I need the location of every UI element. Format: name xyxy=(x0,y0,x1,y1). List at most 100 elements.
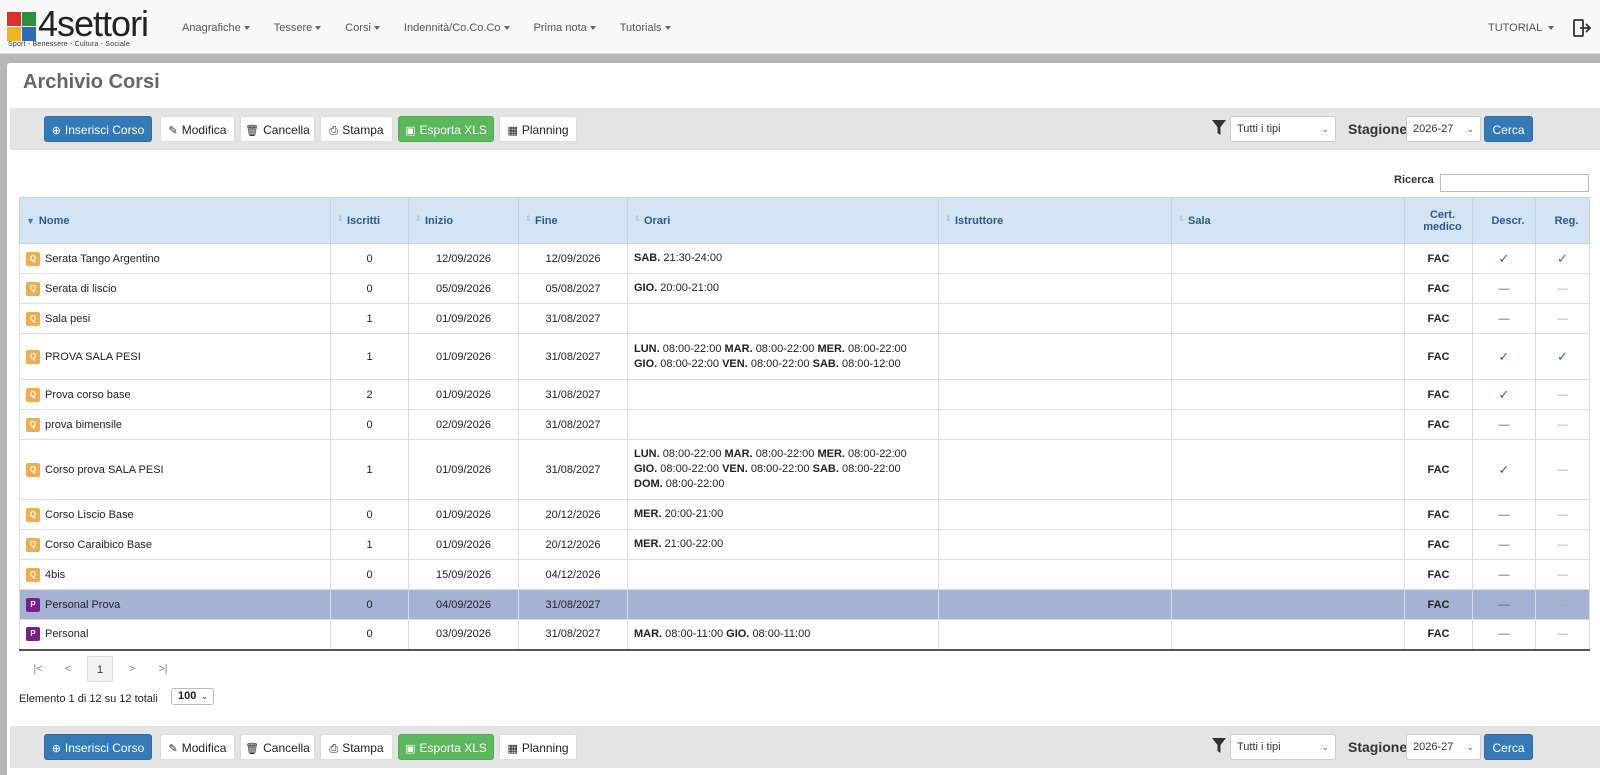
prev-page-button[interactable]: < xyxy=(55,656,81,682)
export-xls-button[interactable]: ▣ Esporta XLS xyxy=(398,116,494,142)
course-type-badge: P xyxy=(26,627,40,642)
column-header-inizio[interactable]: ⇕ Inizio xyxy=(408,197,519,244)
chevron-down-icon: ⌄ xyxy=(1466,742,1474,752)
type-filter-select[interactable]: Tutti i tipi ⌄ xyxy=(1230,734,1336,760)
user-menu[interactable]: TUTORIAL xyxy=(1488,0,1554,56)
column-header-iscritti[interactable]: ⇕ Iscritti xyxy=(330,197,409,244)
cell-nome: Q Corso Caraibico Base xyxy=(19,529,331,560)
page-size-select[interactable]: 100 ⌄ xyxy=(171,688,214,705)
search-button[interactable]: Cerca xyxy=(1484,734,1533,760)
select-value: Tutti i tipi xyxy=(1237,741,1281,753)
delete-button[interactable]: 🗑 Cancella xyxy=(240,116,315,142)
table-row[interactable]: Q Serata di liscio 0 05/09/2026 05/08/2027 GI… xyxy=(19,273,1590,304)
brand-logo[interactable]: 4settori Sport - Benessere - Cultura - S… xyxy=(7,4,167,50)
cell-istruttore xyxy=(938,499,1172,530)
planning-button[interactable]: ▦ Planning xyxy=(499,734,577,760)
last-page-button[interactable]: >| xyxy=(150,656,176,682)
column-header-nome[interactable]: ▼ Nome xyxy=(19,197,331,244)
pencil-icon: ✎ xyxy=(168,743,178,755)
column-header-orari[interactable]: ⇕ Orari xyxy=(627,197,939,244)
check-icon: ✓ xyxy=(1498,461,1510,477)
planning-button[interactable]: ▦ Planning xyxy=(499,116,577,142)
menu-label: Anagrafiche xyxy=(182,22,241,34)
logout-icon[interactable] xyxy=(1572,18,1592,38)
cell-orari: SAB. 21:30-24:00 xyxy=(627,243,939,274)
cell-iscritti: 1 xyxy=(330,529,409,560)
insert-course-button[interactable]: ⊕ Inserisci Corso xyxy=(44,116,152,142)
season-select[interactable]: 2026-27 ⌄ xyxy=(1406,734,1481,760)
dash-icon: — xyxy=(1498,628,1510,641)
schedule-time: 08:00-22:00 xyxy=(662,448,722,460)
edit-button[interactable]: ✎ Modifica xyxy=(160,734,235,760)
column-label: medico xyxy=(1423,220,1462,233)
next-page-button[interactable]: > xyxy=(119,656,145,682)
caret-down-icon xyxy=(315,26,322,31)
search-input[interactable] xyxy=(1440,174,1589,192)
season-select[interactable]: 2026-27 ⌄ xyxy=(1406,116,1481,142)
cell-reg: — xyxy=(1535,303,1590,334)
table-row[interactable]: Q Corso prova SALA PESI 1 01/09/2026 31/08/2… xyxy=(19,439,1590,500)
column-header-cert-medico[interactable]: Cert. medico xyxy=(1404,197,1473,244)
table-row[interactable]: P Personal 0 03/09/2026 31/08/2027 MAR. 08:00… xyxy=(19,619,1590,651)
schedule-time: 08:00-22:00 xyxy=(660,357,720,370)
edit-button[interactable]: ✎ Modifica xyxy=(160,116,235,142)
course-name: Corso prova SALA PESI xyxy=(45,463,164,476)
column-header-descr[interactable]: Descr. xyxy=(1472,197,1536,244)
table-row[interactable]: Q 4bis 0 15/09/2026 04/12/2026 FAC — — xyxy=(19,559,1590,590)
cell-inizio: 01/09/2026 xyxy=(408,303,519,334)
cell-istruttore xyxy=(938,243,1172,274)
plus-circle-icon: ⊕ xyxy=(51,743,61,755)
type-filter-select[interactable]: Tutti i tipi ⌄ xyxy=(1230,116,1336,142)
trash-icon: 🗑 xyxy=(245,125,260,137)
cell-istruttore xyxy=(938,273,1172,304)
delete-button[interactable]: 🗑 Cancella xyxy=(240,734,315,760)
schedule-time: 08:00-22:00 xyxy=(662,342,722,355)
dash-icon: — xyxy=(1557,628,1568,641)
menu-indennita[interactable]: Indennità/Co.Co.Co xyxy=(392,0,522,54)
cell-nome: Q Corso Liscio Base xyxy=(19,499,331,530)
current-page-button[interactable]: 1 xyxy=(87,656,113,682)
chevron-down-icon: ⌄ xyxy=(1321,124,1329,134)
insert-course-button[interactable]: ⊕ Inserisci Corso xyxy=(44,734,152,760)
table-row[interactable]: Q Serata Tango Argentino 0 12/09/2026 12/09/… xyxy=(19,243,1590,274)
print-button[interactable]: ⎙ Stampa xyxy=(320,734,393,760)
table-row[interactable]: Q Sala pesi 1 01/09/2026 31/08/2027 FAC — — xyxy=(19,303,1590,334)
menu-corsi[interactable]: Corsi xyxy=(333,0,392,54)
table-row[interactable]: Q PROVA SALA PESI 1 01/09/2026 31/08/2027 LUN… xyxy=(19,333,1590,380)
column-label: Nome xyxy=(38,214,70,227)
cell-nome: Q Corso prova SALA PESI xyxy=(19,439,331,500)
logo-squares xyxy=(7,12,36,41)
caret-down-icon xyxy=(589,26,596,31)
table-row[interactable]: Q Prova corso base 2 01/09/2026 31/08/2027 FA… xyxy=(19,379,1590,410)
toolbar-bottom: ⊕ Inserisci Corso ✎ Modifica 🗑 Cancella ⎙ St… xyxy=(10,726,1600,768)
button-label: Cancella xyxy=(263,123,310,137)
table-row[interactable]: Q Corso Caraibico Base 1 01/09/2026 20/12/20… xyxy=(19,529,1590,560)
filter-icon xyxy=(1212,738,1226,753)
table-row[interactable]: P Personal Prova 0 04/09/2026 31/08/2027 FAC —… xyxy=(19,589,1590,620)
plus-circle-icon: ⊕ xyxy=(51,125,61,137)
column-header-istruttore[interactable]: ⇕ Istruttore xyxy=(938,197,1172,244)
dash-icon: — xyxy=(1557,312,1568,325)
first-page-button[interactable]: |< xyxy=(25,656,51,682)
pagination-info: Elemento 1 di 12 su 12 totali xyxy=(19,693,158,705)
menu-anagrafiche[interactable]: Anagrafiche xyxy=(170,0,262,54)
table-row[interactable]: Qprova bimensile 0 02/09/2026 31/08/2027 FAC… xyxy=(19,409,1590,440)
sort-desc-icon: ▼ xyxy=(26,215,35,226)
column-header-sala[interactable]: ⇕ Sala xyxy=(1171,197,1405,244)
menu-tessere[interactable]: Tessere xyxy=(262,0,334,54)
print-button[interactable]: ⎙ Stampa xyxy=(320,116,393,142)
export-xls-button[interactable]: ▣ Esporta XLS xyxy=(398,734,494,760)
column-header-reg[interactable]: Reg. xyxy=(1535,197,1590,244)
cell-nome: Q Prova corso base xyxy=(19,379,331,410)
logo-square xyxy=(22,12,36,26)
cell-fine: 31/08/2027 xyxy=(518,409,628,440)
printer-icon: ⎙ xyxy=(329,125,339,137)
check-icon: ✓ xyxy=(1498,348,1510,364)
search-button[interactable]: Cerca xyxy=(1484,116,1533,142)
course-name: Personal xyxy=(45,628,89,641)
table-row[interactable]: Q Corso Liscio Base 0 01/09/2026 20/12/2026 M… xyxy=(19,499,1590,530)
menu-tutorials[interactable]: Tutorials xyxy=(608,0,683,54)
main-menu: Anagrafiche Tessere Corsi Indennità/Co.C… xyxy=(170,0,683,54)
column-header-fine[interactable]: ⇕ Fine xyxy=(518,197,628,244)
menu-prima-nota[interactable]: Prima nota xyxy=(522,0,608,54)
